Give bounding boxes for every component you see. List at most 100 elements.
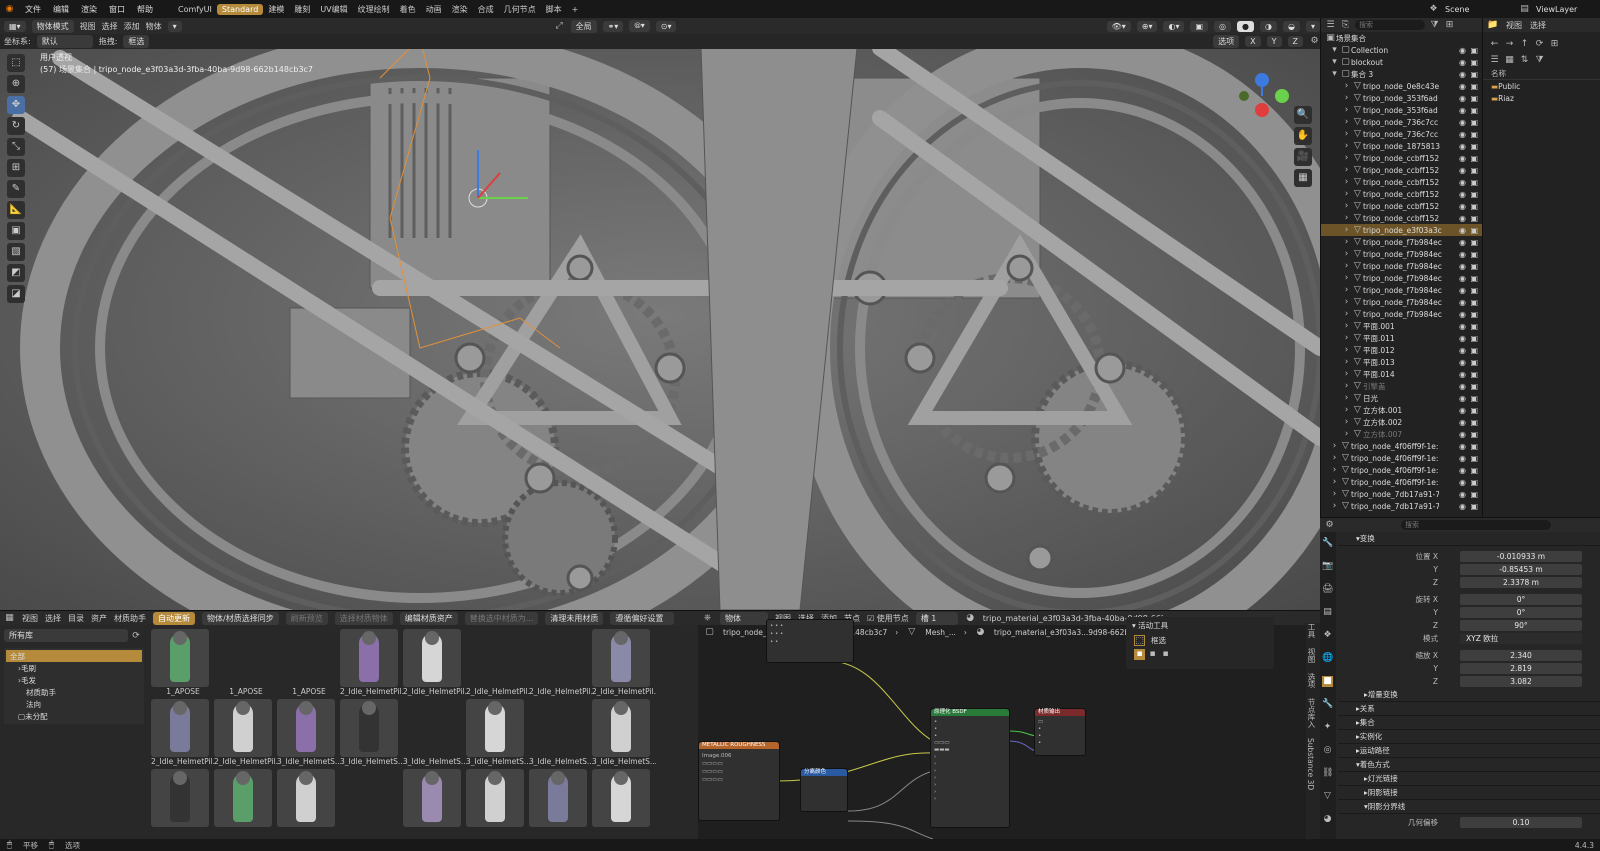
section-motion-paths[interactable]: ▸ 运动路径 [1338,744,1600,758]
disclosure-arrow-icon[interactable]: › [1341,105,1352,116]
render-camera-icon[interactable]: ▣ [1470,322,1478,331]
disclosure-arrow-icon[interactable]: › [1341,345,1352,356]
section-collections[interactable]: ▸ 集合 [1338,716,1600,730]
shading-render-button[interactable]: ◒ [1283,20,1300,32]
eye-icon[interactable]: ◉ [1459,214,1466,223]
outliner-object[interactable]: › ▽ tripo_node_736c7cc ◉ ▣ [1321,116,1482,128]
list-view-icon[interactable]: ☰ [1489,55,1500,66]
shear-tool[interactable]: ▧ [7,243,25,261]
eye-icon[interactable]: ◉ [1459,322,1466,331]
extra-tool-b[interactable]: ◪ [7,285,25,303]
menu-file[interactable]: 文件 [19,4,47,15]
eye-icon[interactable]: ◉ [1459,262,1466,271]
render-camera-icon[interactable]: ▣ [1470,46,1478,55]
slot-dropdown[interactable]: 槽 1 [915,611,958,625]
section-shading[interactable]: ▾ 着色方式 [1338,758,1600,772]
forward-arrow-icon[interactable]: → [1504,39,1515,50]
world-tab-icon[interactable]: 🌐 [1322,653,1333,664]
eye-icon[interactable]: ◉ [1459,238,1466,247]
render-camera-icon[interactable]: ▣ [1470,226,1478,235]
catalog-item[interactable]: 法向 [6,698,142,710]
separate-color-node[interactable]: 分离颜色 [800,768,848,812]
disclosure-arrow-icon[interactable]: › [1329,465,1340,476]
asset-tile[interactable] [277,769,341,827]
asset-tile[interactable] [151,769,215,827]
asset-tile[interactable]: 2_Idle_HelmetPil... [466,629,530,696]
material-tab-icon[interactable]: ◕ [1322,814,1333,825]
outliner-object[interactable]: › ▽ tripo_node_1875813 ◉ ▣ [1321,140,1482,152]
workspace-tab[interactable]: 着色 [395,3,421,16]
disclosure-arrow-icon[interactable]: › [1341,153,1352,164]
section-delta[interactable]: ▸ 增量变换 [1338,688,1600,702]
render-camera-icon[interactable]: ▣ [1470,94,1478,103]
render-camera-icon[interactable]: ▣ [1470,130,1478,139]
rotation-x-field[interactable]: 0° [1460,594,1582,605]
rotation-y-field[interactable]: 0° [1460,607,1582,618]
eye-icon[interactable]: ◉ [1459,70,1466,79]
render-camera-icon[interactable]: ▣ [1470,358,1478,367]
menu-window[interactable]: 窗口 [103,4,131,15]
render-camera-icon[interactable]: ▣ [1470,274,1478,283]
image-texture-node-top[interactable]: • • • • • • • • [766,619,854,663]
properties-editor-icon[interactable]: ⚙ [1324,520,1335,531]
render-camera-icon[interactable]: ▣ [1470,418,1478,427]
eye-icon[interactable]: ◉ [1459,430,1466,439]
disclosure-arrow-icon[interactable]: ▾ [1329,45,1340,56]
outliner-object[interactable]: › ▽ tripo_node_0e8c43e ◉ ▣ [1321,80,1482,92]
render-camera-icon[interactable]: ▣ [1470,346,1478,355]
select-mode-extend-icon[interactable]: ▪ [1147,649,1158,660]
asset-tile[interactable] [214,769,278,827]
editor-type-button[interactable]: ▦▾ [4,20,26,32]
new-folder-icon[interactable]: ⊞ [1549,39,1560,50]
folder-item[interactable]: ▬ Public [1483,80,1600,92]
scale-z-field[interactable]: 3.082 [1460,676,1582,687]
shading-solid-button[interactable]: ● [1237,20,1255,32]
workspace-tab[interactable]: ComfyUI [173,4,217,15]
render-camera-icon[interactable]: ▣ [1470,214,1478,223]
eye-icon[interactable]: ◉ [1459,454,1466,463]
disclosure-arrow-icon[interactable]: › [1329,489,1340,500]
disclosure-arrow-icon[interactable]: › [1341,165,1352,176]
disclosure-arrow-icon[interactable]: › [1329,453,1340,464]
side-tab-substance[interactable]: Substance 3D [1306,738,1315,790]
render-camera-icon[interactable]: ▣ [1470,238,1478,247]
overlay-toggle[interactable]: ◐▾ [1163,20,1185,32]
eye-icon[interactable]: ◉ [1459,478,1466,487]
eye-icon[interactable]: ◉ [1459,190,1466,199]
disclosure-arrow-icon[interactable]: › [1341,129,1352,140]
outliner-object[interactable]: › ▽ tripo_node_ccbff152 ◉ ▣ [1321,164,1482,176]
disclosure-arrow-icon[interactable]: ▾ [1329,69,1340,80]
clean-material-button[interactable]: 清理未用材质 [545,611,604,625]
view-layer-tab-icon[interactable]: ▤ [1322,607,1333,618]
select-material-objects-button[interactable]: 选择材质物体 [334,611,393,625]
asset-tile[interactable]: 3_Idle_HelmetS... [466,699,530,766]
library-dropdown[interactable]: 所有库 [4,629,128,642]
disclosure-arrow-icon[interactable]: › [1341,141,1352,152]
disclosure-arrow-icon[interactable]: › [1341,189,1352,200]
workspace-tab[interactable]: 纹理绘制 [353,3,395,16]
eye-icon[interactable]: ◉ [1459,358,1466,367]
shading-wire-button[interactable]: ◎ [1214,20,1232,32]
location-x-field[interactable]: -0.010933 m [1460,551,1582,562]
location-z-field[interactable]: 2.3378 m [1460,577,1582,588]
viewport-menu-object[interactable]: 物体 [146,21,162,32]
workspace-tab[interactable]: 渲染 [447,3,473,16]
metallic-roughness-node[interactable]: METALLIC ROUGHNESS Image.006 ▭▭▭▭ ▭▭▭▭ ▭▭▭▭ [698,741,780,821]
menu-help[interactable]: 帮助 [131,4,159,15]
outliner-object[interactable]: › ▽ tripo_node_736c7cc ◉ ▣ [1321,128,1482,140]
asset-menu-asset[interactable]: 资产 [91,613,107,624]
scene-tab-icon[interactable]: ❖ [1322,630,1333,641]
disclosure-arrow-icon[interactable]: › [1341,369,1352,380]
section-transform[interactable]: ▾ 变换 [1338,532,1600,546]
asset-tile[interactable]: 2_Idle_HelmetPil... [340,629,404,696]
disclosure-arrow-icon[interactable]: › [1329,501,1340,512]
asset-tile[interactable] [529,769,593,827]
eye-icon[interactable]: ◉ [1459,154,1466,163]
disclosure-arrow-icon[interactable]: › [1341,321,1352,332]
node-editor-icon[interactable]: ⎈ [702,613,713,624]
eye-icon[interactable]: ◉ [1459,178,1466,187]
eye-icon[interactable]: ◉ [1459,502,1466,511]
section-instancing[interactable]: ▸ 实例化 [1338,730,1600,744]
eye-icon[interactable]: ◉ [1459,418,1466,427]
catalog-item[interactable]: ▢ 未分配 [6,710,142,722]
